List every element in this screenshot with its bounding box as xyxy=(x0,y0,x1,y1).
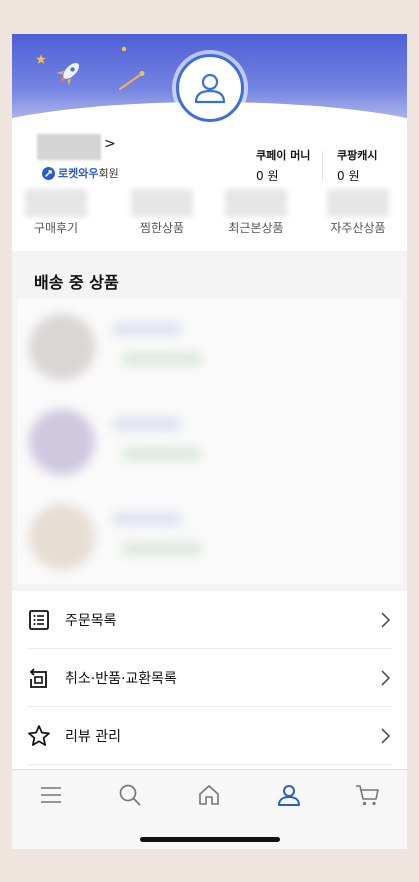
list-item[interactable] xyxy=(17,304,402,394)
shortcut-count-redacted xyxy=(225,189,287,217)
product-thumbnail-redacted xyxy=(29,409,95,475)
product-thumbnail-redacted xyxy=(29,314,95,380)
coupay-money-value[interactable]: 0 원 xyxy=(256,167,279,184)
menu-item-reviews[interactable]: 리뷰 관리 xyxy=(27,707,392,765)
profile-avatar[interactable] xyxy=(176,54,244,122)
bottom-tab-bar xyxy=(12,769,407,849)
home-icon[interactable] xyxy=(194,780,224,810)
shipping-product-list xyxy=(17,299,402,584)
membership-brand: 로켓와우 xyxy=(58,167,99,180)
coupang-cash-value[interactable]: 0 원 xyxy=(337,167,360,184)
coupay-money-label[interactable]: 쿠페이 머니 xyxy=(256,147,310,163)
rocket-icon xyxy=(56,62,80,86)
shortcut-count-redacted xyxy=(25,189,87,217)
comet-icon xyxy=(119,71,145,90)
shortcut-label: 최근본상품 xyxy=(228,221,284,235)
product-text-redacted xyxy=(112,322,182,336)
shortcut-reviews[interactable]: 구매후기 xyxy=(20,189,92,236)
balance-divider xyxy=(322,151,323,181)
menu-icon[interactable] xyxy=(36,780,66,810)
menu-item-label: 주문목록 xyxy=(65,612,117,629)
menu-item-label: 리뷰 관리 xyxy=(65,728,121,745)
sparkle-icon xyxy=(121,46,127,52)
user-icon xyxy=(194,73,226,104)
chevron-right-icon xyxy=(381,727,391,744)
cart-icon[interactable] xyxy=(352,780,382,810)
product-text-redacted xyxy=(122,542,202,556)
product-text-redacted xyxy=(122,352,202,366)
membership-suffix: 회원 xyxy=(98,167,119,180)
list-item[interactable] xyxy=(17,494,402,584)
star-decoration-icon xyxy=(36,54,46,64)
product-thumbnail-redacted xyxy=(29,504,95,570)
shortcut-recently-viewed[interactable]: 최근본상품 xyxy=(220,189,292,236)
account-menu: 주문목록 취소·반품·교환목록 리뷰 관리 xyxy=(12,591,407,767)
shipping-section: 배송 중 상품 xyxy=(12,251,407,591)
shortcut-count-redacted xyxy=(327,189,389,217)
shortcut-count-redacted xyxy=(131,189,193,217)
profile-chevron[interactable]: > xyxy=(104,136,116,152)
product-text-redacted xyxy=(122,447,202,461)
list-item[interactable] xyxy=(17,399,402,489)
shipping-title: 배송 중 상품 xyxy=(34,273,119,292)
star-icon xyxy=(27,724,51,748)
phone-screen: > 로켓와우 회원 쿠페이 머니 0 원 쿠팡캐시 0 원 구매후기 찜한상품 … xyxy=(12,34,407,849)
list-icon xyxy=(27,608,51,632)
menu-item-label: 취소·반품·교환목록 xyxy=(65,670,177,687)
chevron-right-icon xyxy=(381,669,391,686)
shortcut-wishlist[interactable]: 찜한상품 xyxy=(126,189,198,236)
rocket-badge-icon xyxy=(42,166,55,180)
menu-item-orders[interactable]: 주문목록 xyxy=(27,591,392,649)
chevron-right-icon xyxy=(381,611,391,628)
membership-badge: 로켓와우 회원 xyxy=(42,165,119,181)
search-icon[interactable] xyxy=(115,780,145,810)
home-indicator xyxy=(140,837,280,842)
menu-item-returns[interactable]: 취소·반품·교환목록 xyxy=(27,649,392,707)
profile-summary: > 로켓와우 회원 쿠페이 머니 0 원 쿠팡캐시 0 원 구매후기 찜한상품 … xyxy=(12,129,407,254)
shortcut-label: 찜한상품 xyxy=(139,221,185,235)
coupang-cash-label[interactable]: 쿠팡캐시 xyxy=(337,147,377,163)
return-icon xyxy=(27,666,51,690)
product-text-redacted xyxy=(112,512,182,526)
user-name-redacted[interactable] xyxy=(37,134,101,160)
shortcut-label: 자주산상품 xyxy=(330,221,386,235)
profile-icon[interactable] xyxy=(274,780,304,810)
shortcut-frequently-bought[interactable]: 자주산상품 xyxy=(313,189,403,236)
product-text-redacted xyxy=(112,417,182,431)
shortcut-label: 구매후기 xyxy=(33,221,79,235)
